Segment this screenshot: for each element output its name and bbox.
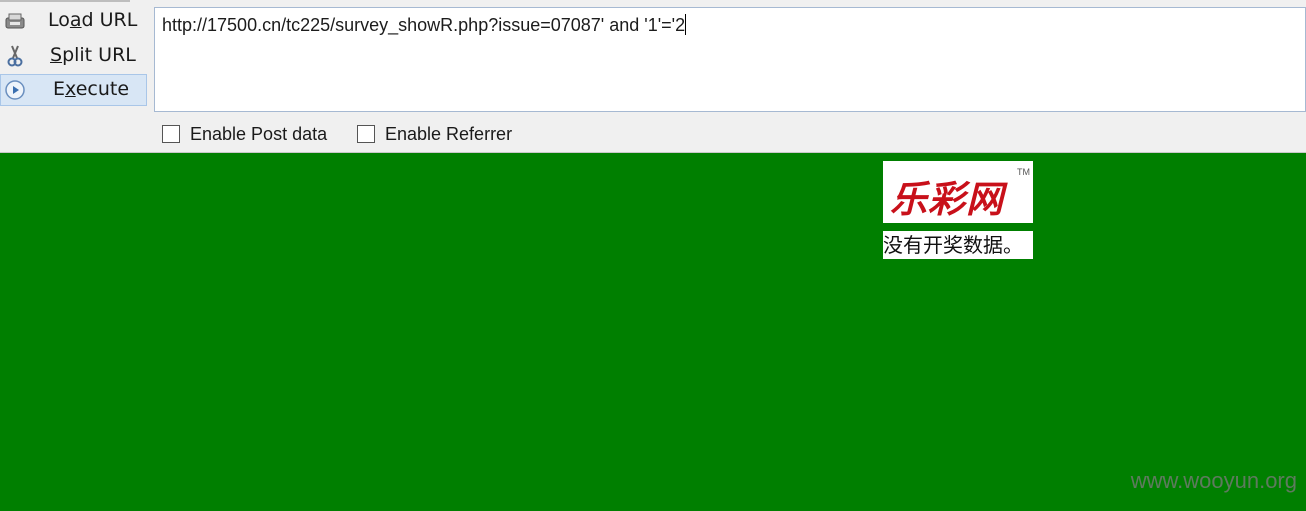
toolbar-top-divider <box>0 0 130 2</box>
enable-post-data-option[interactable]: Enable Post data <box>162 123 327 145</box>
logo-text: 乐彩网 <box>890 177 1004 221</box>
load-url-button[interactable]: Load URL <box>0 5 147 37</box>
enable-post-data-checkbox[interactable] <box>162 125 180 143</box>
split-url-button[interactable]: Split URL <box>0 40 147 72</box>
url-input-value: http://17500.cn/tc225/survey_showR.php?i… <box>162 14 687 35</box>
split-url-label: Split URL <box>50 44 136 66</box>
load-url-icon <box>5 13 25 29</box>
text-caret <box>685 14 687 35</box>
enable-post-data-label: Enable Post data <box>190 123 328 144</box>
enable-referrer-label: Enable Referrer <box>385 123 513 144</box>
execute-label: Execute <box>53 78 130 100</box>
execute-button[interactable]: Execute <box>0 74 147 106</box>
watermark: www.wooyun.org <box>1130 468 1297 493</box>
enable-referrer-checkbox[interactable] <box>357 125 375 143</box>
hackbar-toolbar: Load URL Split URL Execute http://17500.… <box>0 0 1306 153</box>
page-content: 乐彩网 TM 没有开奖数据。 www.wooyun.org <box>0 153 1306 511</box>
scissors-icon <box>7 45 23 67</box>
site-logo: 乐彩网 TM <box>883 161 1033 223</box>
url-input[interactable]: http://17500.cn/tc225/survey_showR.php?i… <box>154 7 1306 112</box>
load-url-label: Load URL <box>48 9 138 31</box>
no-data-message: 没有开奖数据。 <box>883 231 1033 259</box>
trademark-mark: TM <box>1017 167 1030 177</box>
enable-referrer-option[interactable]: Enable Referrer <box>357 123 512 145</box>
play-icon <box>5 80 25 100</box>
